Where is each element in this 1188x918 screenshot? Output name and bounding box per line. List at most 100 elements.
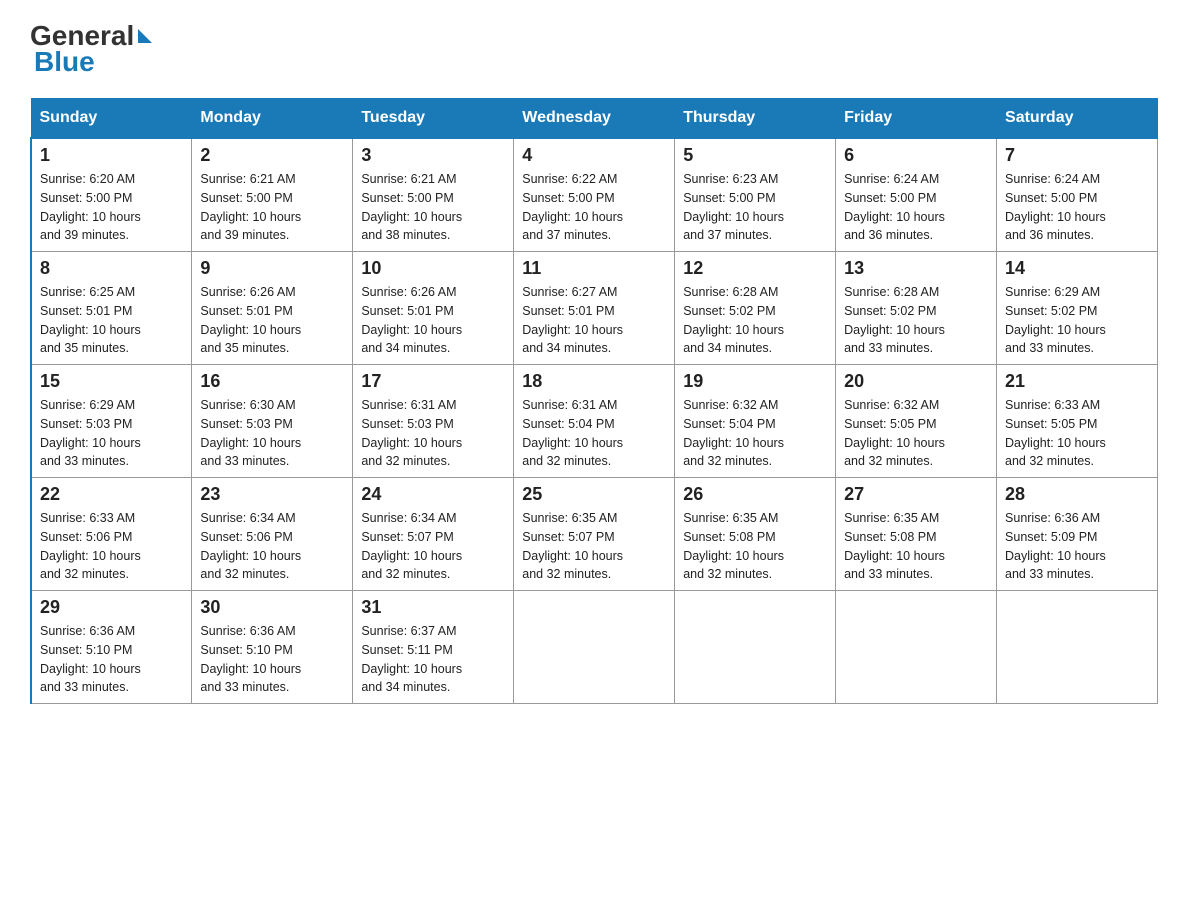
day-number: 5 (683, 145, 827, 166)
day-number: 27 (844, 484, 988, 505)
day-info: Sunrise: 6:29 AMSunset: 5:02 PMDaylight:… (1005, 285, 1106, 355)
calendar-day-cell (675, 591, 836, 704)
calendar-week-row: 1 Sunrise: 6:20 AMSunset: 5:00 PMDayligh… (31, 138, 1158, 252)
day-info: Sunrise: 6:21 AMSunset: 5:00 PMDaylight:… (361, 172, 462, 242)
day-info: Sunrise: 6:33 AMSunset: 5:06 PMDaylight:… (40, 511, 141, 581)
calendar-day-cell (836, 591, 997, 704)
day-number: 23 (200, 484, 344, 505)
calendar-day-cell: 23 Sunrise: 6:34 AMSunset: 5:06 PMDaylig… (192, 478, 353, 591)
day-number: 20 (844, 371, 988, 392)
page-header: General Blue (30, 20, 1158, 78)
day-info: Sunrise: 6:21 AMSunset: 5:00 PMDaylight:… (200, 172, 301, 242)
day-info: Sunrise: 6:26 AMSunset: 5:01 PMDaylight:… (200, 285, 301, 355)
calendar-week-row: 29 Sunrise: 6:36 AMSunset: 5:10 PMDaylig… (31, 591, 1158, 704)
calendar-day-cell (997, 591, 1158, 704)
logo: General Blue (30, 20, 152, 78)
day-info: Sunrise: 6:31 AMSunset: 5:03 PMDaylight:… (361, 398, 462, 468)
calendar-week-row: 22 Sunrise: 6:33 AMSunset: 5:06 PMDaylig… (31, 478, 1158, 591)
day-number: 25 (522, 484, 666, 505)
calendar-day-cell: 18 Sunrise: 6:31 AMSunset: 5:04 PMDaylig… (514, 365, 675, 478)
day-number: 31 (361, 597, 505, 618)
calendar-table: SundayMondayTuesdayWednesdayThursdayFrid… (30, 98, 1158, 704)
day-number: 19 (683, 371, 827, 392)
day-number: 7 (1005, 145, 1149, 166)
day-number: 15 (40, 371, 183, 392)
day-number: 21 (1005, 371, 1149, 392)
day-info: Sunrise: 6:36 AMSunset: 5:10 PMDaylight:… (40, 624, 141, 694)
day-number: 30 (200, 597, 344, 618)
calendar-day-cell: 31 Sunrise: 6:37 AMSunset: 5:11 PMDaylig… (353, 591, 514, 704)
calendar-day-cell: 11 Sunrise: 6:27 AMSunset: 5:01 PMDaylig… (514, 252, 675, 365)
calendar-day-cell: 2 Sunrise: 6:21 AMSunset: 5:00 PMDayligh… (192, 138, 353, 252)
day-info: Sunrise: 6:26 AMSunset: 5:01 PMDaylight:… (361, 285, 462, 355)
header-tuesday: Tuesday (353, 99, 514, 139)
day-info: Sunrise: 6:35 AMSunset: 5:08 PMDaylight:… (683, 511, 784, 581)
day-number: 26 (683, 484, 827, 505)
day-info: Sunrise: 6:25 AMSunset: 5:01 PMDaylight:… (40, 285, 141, 355)
calendar-day-cell: 27 Sunrise: 6:35 AMSunset: 5:08 PMDaylig… (836, 478, 997, 591)
day-info: Sunrise: 6:34 AMSunset: 5:06 PMDaylight:… (200, 511, 301, 581)
calendar-day-cell: 16 Sunrise: 6:30 AMSunset: 5:03 PMDaylig… (192, 365, 353, 478)
header-monday: Monday (192, 99, 353, 139)
day-info: Sunrise: 6:35 AMSunset: 5:08 PMDaylight:… (844, 511, 945, 581)
day-info: Sunrise: 6:30 AMSunset: 5:03 PMDaylight:… (200, 398, 301, 468)
calendar-day-cell: 5 Sunrise: 6:23 AMSunset: 5:00 PMDayligh… (675, 138, 836, 252)
calendar-day-cell: 1 Sunrise: 6:20 AMSunset: 5:00 PMDayligh… (31, 138, 192, 252)
calendar-day-cell: 15 Sunrise: 6:29 AMSunset: 5:03 PMDaylig… (31, 365, 192, 478)
day-info: Sunrise: 6:24 AMSunset: 5:00 PMDaylight:… (1005, 172, 1106, 242)
day-info: Sunrise: 6:28 AMSunset: 5:02 PMDaylight:… (683, 285, 784, 355)
day-number: 13 (844, 258, 988, 279)
day-info: Sunrise: 6:34 AMSunset: 5:07 PMDaylight:… (361, 511, 462, 581)
day-number: 22 (40, 484, 183, 505)
day-info: Sunrise: 6:32 AMSunset: 5:04 PMDaylight:… (683, 398, 784, 468)
calendar-day-cell: 10 Sunrise: 6:26 AMSunset: 5:01 PMDaylig… (353, 252, 514, 365)
day-info: Sunrise: 6:28 AMSunset: 5:02 PMDaylight:… (844, 285, 945, 355)
day-number: 1 (40, 145, 183, 166)
header-thursday: Thursday (675, 99, 836, 139)
day-number: 14 (1005, 258, 1149, 279)
logo-arrow-icon (138, 29, 152, 43)
day-info: Sunrise: 6:23 AMSunset: 5:00 PMDaylight:… (683, 172, 784, 242)
calendar-day-cell: 28 Sunrise: 6:36 AMSunset: 5:09 PMDaylig… (997, 478, 1158, 591)
day-info: Sunrise: 6:31 AMSunset: 5:04 PMDaylight:… (522, 398, 623, 468)
logo-blue-text: Blue (30, 46, 95, 78)
calendar-day-cell: 20 Sunrise: 6:32 AMSunset: 5:05 PMDaylig… (836, 365, 997, 478)
day-info: Sunrise: 6:33 AMSunset: 5:05 PMDaylight:… (1005, 398, 1106, 468)
day-number: 4 (522, 145, 666, 166)
calendar-day-cell: 25 Sunrise: 6:35 AMSunset: 5:07 PMDaylig… (514, 478, 675, 591)
day-number: 3 (361, 145, 505, 166)
day-number: 8 (40, 258, 183, 279)
calendar-day-cell: 7 Sunrise: 6:24 AMSunset: 5:00 PMDayligh… (997, 138, 1158, 252)
day-info: Sunrise: 6:29 AMSunset: 5:03 PMDaylight:… (40, 398, 141, 468)
day-number: 2 (200, 145, 344, 166)
day-number: 18 (522, 371, 666, 392)
calendar-day-cell: 6 Sunrise: 6:24 AMSunset: 5:00 PMDayligh… (836, 138, 997, 252)
day-info: Sunrise: 6:36 AMSunset: 5:10 PMDaylight:… (200, 624, 301, 694)
calendar-day-cell (514, 591, 675, 704)
day-number: 17 (361, 371, 505, 392)
calendar-day-cell: 9 Sunrise: 6:26 AMSunset: 5:01 PMDayligh… (192, 252, 353, 365)
calendar-day-cell: 30 Sunrise: 6:36 AMSunset: 5:10 PMDaylig… (192, 591, 353, 704)
day-info: Sunrise: 6:36 AMSunset: 5:09 PMDaylight:… (1005, 511, 1106, 581)
day-number: 6 (844, 145, 988, 166)
calendar-day-cell: 12 Sunrise: 6:28 AMSunset: 5:02 PMDaylig… (675, 252, 836, 365)
calendar-day-cell: 4 Sunrise: 6:22 AMSunset: 5:00 PMDayligh… (514, 138, 675, 252)
day-info: Sunrise: 6:37 AMSunset: 5:11 PMDaylight:… (361, 624, 462, 694)
header-saturday: Saturday (997, 99, 1158, 139)
calendar-week-row: 8 Sunrise: 6:25 AMSunset: 5:01 PMDayligh… (31, 252, 1158, 365)
day-number: 24 (361, 484, 505, 505)
day-info: Sunrise: 6:35 AMSunset: 5:07 PMDaylight:… (522, 511, 623, 581)
day-info: Sunrise: 6:32 AMSunset: 5:05 PMDaylight:… (844, 398, 945, 468)
calendar-day-cell: 13 Sunrise: 6:28 AMSunset: 5:02 PMDaylig… (836, 252, 997, 365)
day-info: Sunrise: 6:27 AMSunset: 5:01 PMDaylight:… (522, 285, 623, 355)
day-number: 10 (361, 258, 505, 279)
calendar-day-cell: 3 Sunrise: 6:21 AMSunset: 5:00 PMDayligh… (353, 138, 514, 252)
day-number: 29 (40, 597, 183, 618)
calendar-day-cell: 29 Sunrise: 6:36 AMSunset: 5:10 PMDaylig… (31, 591, 192, 704)
calendar-day-cell: 21 Sunrise: 6:33 AMSunset: 5:05 PMDaylig… (997, 365, 1158, 478)
day-info: Sunrise: 6:24 AMSunset: 5:00 PMDaylight:… (844, 172, 945, 242)
day-number: 12 (683, 258, 827, 279)
header-friday: Friday (836, 99, 997, 139)
calendar-day-cell: 17 Sunrise: 6:31 AMSunset: 5:03 PMDaylig… (353, 365, 514, 478)
calendar-header-row: SundayMondayTuesdayWednesdayThursdayFrid… (31, 99, 1158, 139)
